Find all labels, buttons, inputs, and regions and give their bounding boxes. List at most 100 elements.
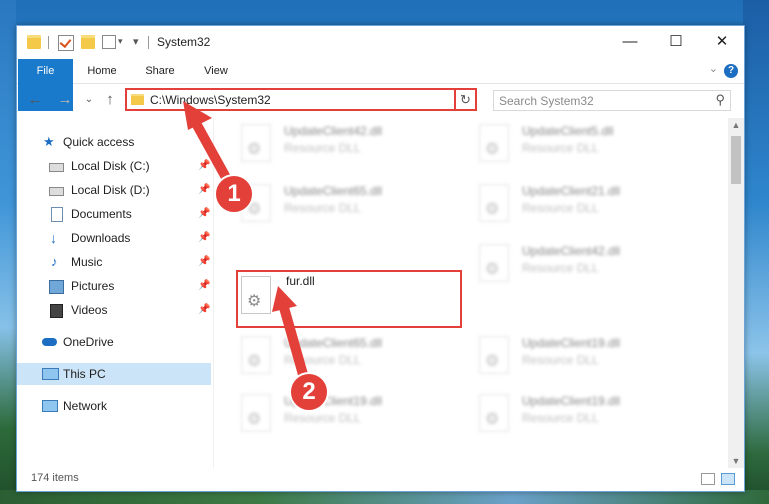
help-icon[interactable]: ? bbox=[724, 64, 738, 78]
file-type: Resource DLL bbox=[522, 261, 599, 275]
pin-icon[interactable]: 📌 bbox=[198, 179, 210, 201]
file-type: Resource DLL bbox=[284, 141, 361, 155]
nav-item-label: Videos bbox=[71, 303, 108, 317]
callout-step-2: 2 bbox=[289, 372, 329, 412]
pin-icon[interactable]: 📌 bbox=[198, 299, 210, 321]
scroll-down-icon[interactable]: ▼ bbox=[728, 454, 744, 468]
folder-icon bbox=[131, 94, 144, 105]
tab-home[interactable]: Home bbox=[77, 59, 127, 83]
list-item[interactable]: UpdateClient42.dll Resource DLL bbox=[236, 120, 466, 172]
drive-icon bbox=[49, 187, 64, 196]
back-button[interactable]: ← bbox=[25, 90, 45, 110]
file-explorer-window: ▾ ▾ System32 — ☐ ✕ File Home Share View … bbox=[16, 25, 745, 492]
network-icon bbox=[42, 400, 58, 412]
drive-icon bbox=[49, 163, 64, 172]
navigation-pane: ★ Quick access Local Disk (C:) 📌 Local D… bbox=[17, 118, 214, 468]
dll-file-icon bbox=[479, 184, 509, 222]
desktop-background-left bbox=[0, 0, 16, 504]
nav-item-documents[interactable]: Documents 📌 bbox=[17, 203, 211, 225]
pin-icon[interactable]: 📌 bbox=[198, 203, 210, 225]
list-item[interactable]: UpdateClient42.dll Resource DLL bbox=[474, 240, 704, 292]
pin-icon[interactable]: 📌 bbox=[198, 155, 210, 177]
nav-item-label: This PC bbox=[63, 367, 106, 381]
list-item[interactable]: UpdateClient65.dll Resource DLL bbox=[236, 180, 466, 232]
vertical-scrollbar[interactable]: ▲ ▼ bbox=[728, 118, 744, 468]
list-item[interactable]: UpdateClient19.dll Resource DLL bbox=[474, 390, 704, 442]
nav-item-music[interactable]: ♪ Music 📌 bbox=[17, 251, 211, 273]
tab-view[interactable]: View bbox=[193, 59, 239, 83]
dll-file-icon bbox=[241, 336, 271, 374]
scroll-up-icon[interactable]: ▲ bbox=[728, 118, 744, 132]
file-type: Resource DLL bbox=[522, 353, 599, 367]
customize-toolbar-icon[interactable] bbox=[102, 35, 116, 49]
document-icon bbox=[51, 207, 63, 222]
pin-icon[interactable]: 📌 bbox=[198, 251, 210, 273]
file-name: UpdateClient5.dll bbox=[522, 124, 614, 138]
file-list: UpdateClient42.dll Resource DLL UpdateCl… bbox=[214, 118, 728, 468]
address-path: C:\Windows\System32 bbox=[150, 93, 271, 107]
status-bar: 174 items bbox=[17, 468, 744, 490]
video-icon bbox=[50, 304, 63, 318]
pin-icon[interactable]: 📌 bbox=[198, 227, 210, 249]
music-icon: ♪ bbox=[51, 254, 58, 269]
nav-item-this-pc[interactable]: This PC bbox=[17, 363, 211, 385]
dll-file-icon bbox=[479, 124, 509, 162]
list-item[interactable]: UpdateClient5.dll Resource DLL bbox=[474, 120, 704, 172]
navigation-bar: ← → ⌄ ↑ C:\Windows\System32 ⌄ ↻ Search S… bbox=[17, 84, 744, 118]
recent-locations-button[interactable]: ⌄ bbox=[79, 90, 99, 110]
address-bar[interactable]: C:\Windows\System32 ⌄ bbox=[125, 88, 475, 111]
nav-item-label: Local Disk (D:) bbox=[71, 183, 150, 197]
nav-item-onedrive[interactable]: OneDrive bbox=[17, 331, 211, 353]
list-item[interactable]: UpdateClient19.dll Resource DLL bbox=[236, 390, 466, 442]
folder-icon bbox=[27, 35, 41, 49]
nav-item-local-disk-d[interactable]: Local Disk (D:) 📌 bbox=[17, 179, 211, 201]
search-icon: ⚲ bbox=[715, 92, 725, 107]
scroll-thumb[interactable] bbox=[731, 136, 741, 184]
new-folder-icon[interactable] bbox=[81, 35, 95, 49]
refresh-button[interactable]: ↻ bbox=[454, 88, 477, 111]
ribbon-expand-icon[interactable]: ⌄ bbox=[709, 62, 718, 75]
dll-file-icon bbox=[241, 394, 271, 432]
picture-icon bbox=[49, 280, 64, 294]
nav-item-videos[interactable]: Videos 📌 bbox=[17, 299, 211, 321]
minimize-button[interactable]: — bbox=[607, 26, 653, 58]
nav-item-network[interactable]: Network bbox=[17, 395, 211, 417]
list-item[interactable]: UpdateClient21.dll Resource DLL bbox=[474, 180, 704, 232]
forward-button[interactable]: → bbox=[55, 90, 75, 110]
tab-share[interactable]: Share bbox=[135, 59, 185, 83]
file-type: Resource DLL bbox=[284, 353, 361, 367]
qa-dropdown-icon[interactable]: ▾ bbox=[133, 35, 139, 48]
up-button[interactable]: ↑ bbox=[100, 90, 120, 110]
highlight-box-fur-dll bbox=[236, 270, 462, 328]
download-icon: ↓ bbox=[50, 230, 57, 246]
star-icon: ★ bbox=[43, 134, 55, 149]
list-item[interactable]: UpdateClient19.dll Resource DLL bbox=[474, 332, 704, 384]
file-type: Resource DLL bbox=[522, 141, 599, 155]
list-item[interactable]: UpdateClient65.dll Resource DLL bbox=[236, 332, 466, 384]
dll-file-icon bbox=[241, 124, 271, 162]
nav-item-label: Music bbox=[71, 255, 103, 269]
nav-item-local-disk-c[interactable]: Local Disk (C:) 📌 bbox=[17, 155, 211, 177]
nav-item-quick-access[interactable]: ★ Quick access bbox=[17, 131, 211, 153]
nav-item-label: OneDrive bbox=[63, 335, 114, 349]
refresh-icon: ↻ bbox=[460, 92, 471, 107]
properties-icon[interactable] bbox=[58, 35, 74, 51]
title-bar: ▾ ▾ System32 — ☐ ✕ bbox=[17, 26, 744, 59]
chevron-down-icon[interactable]: ▾ bbox=[118, 36, 123, 47]
file-name: UpdateClient65.dll bbox=[284, 336, 383, 350]
cloud-icon bbox=[42, 338, 57, 346]
separator bbox=[48, 36, 49, 49]
large-icons-view-icon[interactable] bbox=[721, 473, 735, 485]
pin-icon[interactable]: 📌 bbox=[198, 275, 210, 297]
computer-icon bbox=[42, 368, 59, 380]
file-type: Resource DLL bbox=[284, 411, 361, 425]
search-input[interactable]: Search System32 ⚲ bbox=[493, 90, 731, 111]
maximize-button[interactable]: ☐ bbox=[653, 26, 699, 58]
separator bbox=[148, 36, 149, 49]
close-button[interactable]: ✕ bbox=[699, 26, 745, 58]
nav-item-label: Pictures bbox=[71, 279, 115, 293]
details-view-icon[interactable] bbox=[701, 473, 715, 485]
file-type: Resource DLL bbox=[522, 201, 599, 215]
nav-item-downloads[interactable]: ↓ Downloads 📌 bbox=[17, 227, 211, 249]
nav-item-pictures[interactable]: Pictures 📌 bbox=[17, 275, 211, 297]
